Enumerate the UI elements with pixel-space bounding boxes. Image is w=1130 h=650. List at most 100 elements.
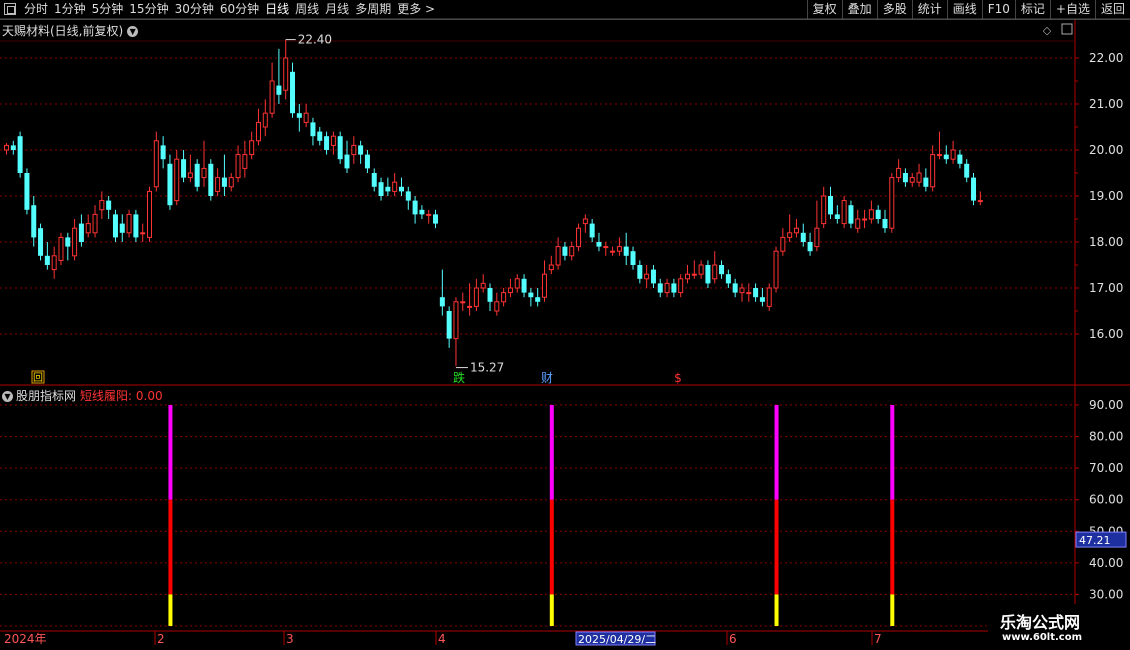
- indicator-name: 股朋指标网: [16, 389, 77, 403]
- candle-body: [221, 177, 227, 187]
- candle-body: [58, 236, 64, 261]
- candle-body: [732, 283, 738, 293]
- candle-body: [290, 71, 296, 114]
- candle-body: [85, 223, 91, 234]
- candle-body: [364, 154, 370, 169]
- signal-bar-red: [774, 499, 779, 595]
- candle-body: [923, 177, 929, 187]
- time-month-label: 7: [874, 632, 882, 646]
- candle-body: [99, 200, 105, 211]
- candle-body: [153, 140, 159, 188]
- chevron-down-icon[interactable]: ▼: [2, 391, 13, 402]
- candle-body: [671, 283, 677, 293]
- candle-body: [296, 113, 302, 118]
- marker-s: $: [674, 371, 682, 385]
- candle-body: [65, 237, 71, 247]
- kline-chart[interactable]: 22.00 21.00 20.00 19.00 18.00 17.00 16.00 22.40…: [0, 0, 1130, 650]
- candle-body: [255, 121, 261, 142]
- candle-body: [201, 167, 207, 179]
- candle-body: [160, 145, 166, 160]
- candle-body: [194, 163, 200, 187]
- candle-body: [793, 227, 799, 234]
- marker-die: 跌: [453, 370, 465, 385]
- candle-body: [739, 287, 745, 294]
- candle-body: [759, 297, 765, 302]
- candle-body: [181, 159, 187, 178]
- candle-body: [528, 292, 534, 298]
- candle-body: [691, 273, 697, 276]
- price-tick-label: 20.00: [1089, 143, 1123, 157]
- candle-body: [650, 269, 656, 284]
- candle-body: [977, 200, 983, 203]
- candle-body: [310, 122, 316, 137]
- candle-body: [569, 246, 575, 257]
- time-month-label: 4: [438, 632, 446, 646]
- candle-body: [780, 236, 786, 252]
- candle-body: [276, 85, 282, 95]
- candle-body: [936, 154, 942, 157]
- candle-body: [501, 292, 507, 303]
- signal-bar-yellow: [549, 594, 554, 626]
- candle-body: [610, 250, 616, 253]
- candle-body: [950, 149, 956, 160]
- candle-body: [269, 80, 275, 114]
- candle-body: [235, 154, 241, 179]
- candle-body: [228, 177, 234, 188]
- signal-bar-red: [890, 499, 895, 595]
- signal-bar-yellow: [774, 594, 779, 626]
- candle-body: [412, 200, 418, 215]
- candle-body: [106, 200, 112, 210]
- candle-body: [242, 154, 248, 169]
- indicator-tick-label: 80.00: [1089, 430, 1123, 444]
- candle-body: [787, 232, 793, 238]
- candle-body: [644, 273, 650, 280]
- candle-body: [473, 287, 479, 307]
- candle-body: [957, 154, 963, 164]
- candle-body: [521, 278, 527, 293]
- candle-body: [392, 181, 398, 192]
- watermark-line1: 乐淘公式网: [1000, 613, 1081, 632]
- candle-body: [657, 283, 663, 293]
- candle-body: [283, 57, 289, 91]
- indicator-title: ▼ 股朋指标网 短线履阳: 0.00: [2, 387, 163, 404]
- candle-body: [678, 278, 684, 294]
- signal-bar-red: [168, 499, 173, 595]
- marker-cai: 财: [541, 371, 553, 385]
- candle-body: [541, 273, 547, 298]
- candle-body: [882, 219, 888, 229]
- candle-body: [773, 250, 779, 289]
- signal-bar-yellow: [168, 594, 173, 626]
- candle-body: [930, 154, 936, 188]
- candle-body: [358, 145, 364, 155]
- candle-body: [753, 288, 759, 298]
- candle-body: [317, 131, 323, 141]
- candle-body: [916, 172, 922, 183]
- candle-body: [685, 273, 690, 280]
- candle-body: [17, 136, 23, 173]
- chevron-down-icon[interactable]: ▼: [127, 26, 139, 37]
- candle-body: [562, 246, 568, 256]
- indicator-tick-label: 40.00: [1089, 556, 1123, 570]
- candle-body: [725, 274, 731, 284]
- low-annotation: 15.27: [470, 361, 504, 375]
- stock-title: 天赐材料(日线,前复权) ▼: [2, 22, 139, 39]
- indicator-param: 短线履阳: 0.00: [80, 389, 163, 403]
- candle-body: [480, 282, 486, 289]
- candle-body: [344, 154, 350, 169]
- candle-body: [385, 186, 391, 192]
- candle-body: [419, 209, 425, 215]
- candle-body: [868, 209, 874, 220]
- candle-body: [834, 214, 840, 219]
- candle-body: [712, 264, 718, 280]
- candle-body: [140, 232, 146, 235]
- cursor-value: 47.21: [1079, 534, 1111, 547]
- candle-body: [51, 255, 57, 271]
- candle-body: [4, 144, 9, 151]
- candle-body: [535, 297, 541, 302]
- candle-body: [405, 191, 411, 201]
- candle-body: [841, 200, 847, 225]
- cursor-date: 2025/04/29/二: [578, 633, 656, 646]
- candle-body: [814, 227, 820, 248]
- candle-body: [446, 311, 452, 339]
- candle-body: [38, 228, 44, 256]
